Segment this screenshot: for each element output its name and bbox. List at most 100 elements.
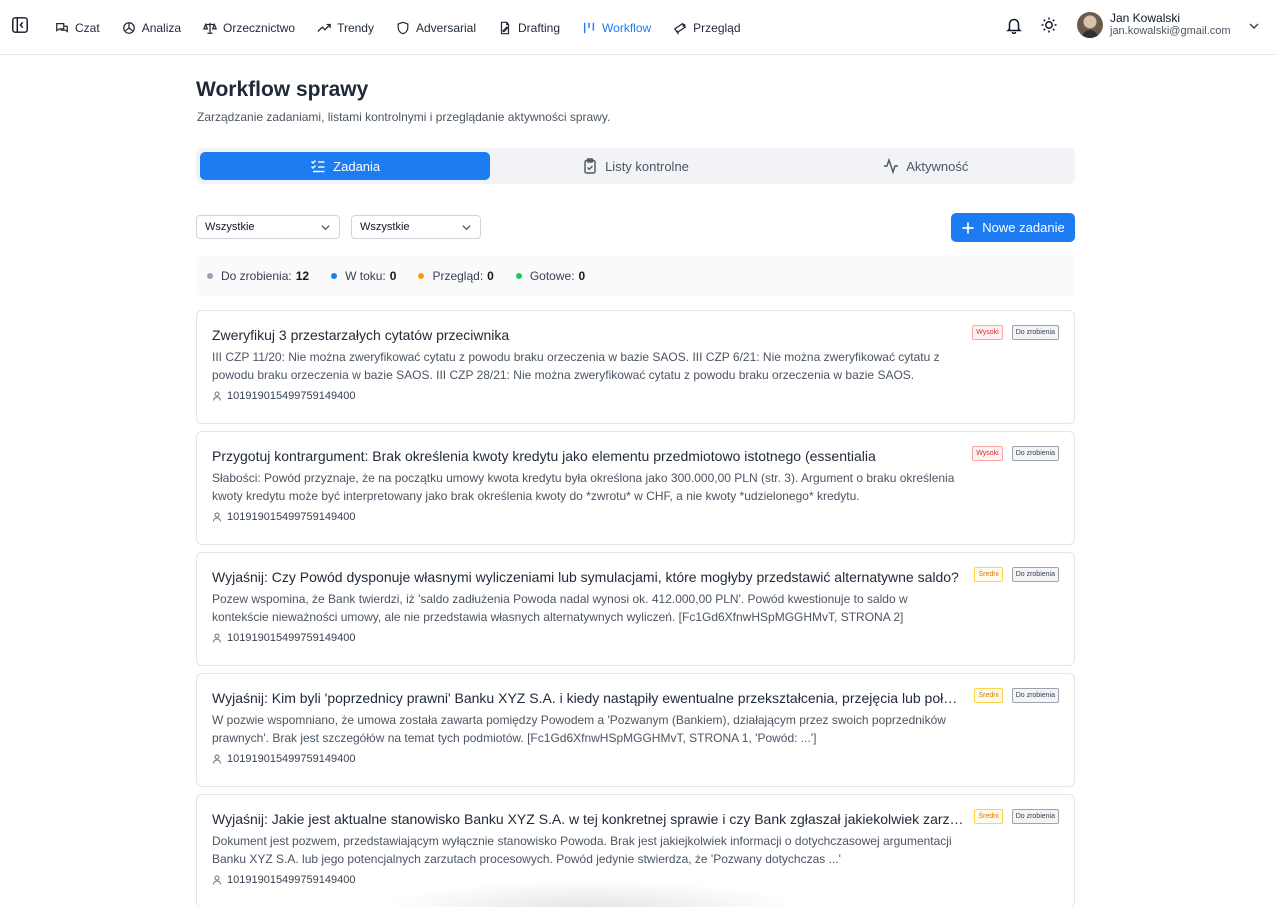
analysis-icon — [122, 21, 135, 34]
task-title: Zweryfikuj 3 przestarzałych cytatów prze… — [212, 327, 510, 343]
nav-item-label: Trendy — [337, 20, 374, 35]
stat-value: 0 — [487, 269, 494, 283]
chevron-down-icon[interactable] — [1248, 19, 1260, 31]
task-card[interactable]: Wyjaśnij: Czy Powód dysponuje własnymi w… — [196, 552, 1075, 666]
user-email: jan.kowalski@gmail.com — [1110, 25, 1231, 37]
nav-item-czat[interactable]: Czat — [55, 21, 100, 35]
new-task-button[interactable]: Nowe zadanie — [951, 213, 1075, 242]
sidebar-toggle-icon[interactable] — [10, 15, 30, 35]
stat-value: 12 — [295, 269, 310, 283]
task-assignee-id: 101919015499759149400 — [227, 632, 356, 644]
stat-label: Przegląd: — [432, 269, 484, 283]
status-dot — [207, 273, 213, 279]
task-card[interactable]: Wyjaśnij: Jakie jest aktualne stanowisko… — [196, 794, 1075, 907]
nav-item-label: Przegląd — [693, 20, 741, 35]
user-icon — [213, 512, 221, 522]
tab-label: Listy kontrolne — [605, 158, 689, 174]
task-card[interactable]: Wyjaśnij: Kim byli 'poprzednicy prawni' … — [196, 673, 1075, 787]
theme-toggle-sun-icon[interactable] — [1040, 16, 1058, 34]
priority-badge: Wysoki — [972, 446, 1003, 461]
priority-filter-select[interactable]: Wszystkie — [351, 215, 481, 239]
task-status-summary: Do zrobienia: 12 W toku: 0 Przegląd: 0 G… — [196, 256, 1075, 296]
task-card[interactable]: Zweryfikuj 3 przestarzałych cytatów prze… — [196, 310, 1075, 424]
stat-label: Gotowe: — [529, 269, 575, 283]
task-description: Pozew wspomina, że Bank twierdzi, iż 'sa… — [212, 592, 908, 624]
nav-item-analiza[interactable]: Analiza — [122, 21, 181, 35]
nav-item-przeglad[interactable]: Przegląd — [673, 20, 741, 35]
task-badges: Średni Do zrobienia — [974, 688, 1059, 703]
user-icon — [213, 391, 221, 401]
document-edit-icon — [500, 21, 510, 34]
stat-label: W toku: — [345, 269, 386, 283]
user-icon — [213, 754, 221, 764]
tab-label: Zadania — [333, 158, 381, 174]
task-description: Dokument jest pozwem, przedstawiającym w… — [212, 834, 952, 866]
stat-value: 0 — [389, 269, 397, 283]
priority-badge: Średni — [974, 567, 1003, 582]
task-badges: Średni Do zrobienia — [974, 567, 1059, 582]
task-badges: Wysoki Do zrobienia — [972, 446, 1059, 461]
task-description: W pozwie wspomniano, że umowa została za… — [212, 713, 946, 745]
nav-item-orzecznictwo[interactable]: Orzecznictwo — [203, 21, 295, 35]
nav-item-label: Analiza — [141, 20, 182, 35]
list-check-icon — [311, 160, 325, 173]
stat-review: Przegląd: 0 — [418, 269, 494, 283]
task-assignee: 101919015499759149400 — [212, 632, 1059, 644]
task-assignee-id: 101919015499759149400 — [227, 511, 356, 523]
notifications-bell-icon[interactable] — [1005, 16, 1023, 35]
nav-item-label: Workflow — [602, 20, 652, 35]
task-badges: Wysoki Do zrobienia — [972, 325, 1059, 340]
nav-item-trendy[interactable]: Trendy — [317, 21, 374, 35]
tab-listy-kontrolne[interactable]: Listy kontrolne — [490, 152, 780, 180]
status-badge: Do zrobienia — [1011, 446, 1059, 461]
nav-item-label: Drafting — [518, 20, 561, 35]
task-assignee: 101919015499759149400 — [212, 390, 1059, 402]
status-filter-select[interactable]: Wszystkie — [196, 215, 340, 239]
nav-item-workflow[interactable]: Workflow — [582, 21, 651, 35]
status-dot — [418, 273, 425, 279]
status-filter-value: Wszystkie — [205, 221, 255, 233]
task-assignee: 101919015499759149400 — [212, 753, 1059, 765]
nav-item-label: Czat — [75, 20, 100, 35]
trending-icon — [317, 23, 331, 32]
workflow-icon — [583, 22, 595, 33]
user-icon — [213, 875, 221, 885]
plus-icon — [962, 222, 974, 233]
activity-icon — [884, 158, 899, 174]
chat-icon — [56, 22, 68, 33]
priority-badge: Średni — [974, 809, 1003, 824]
stat-done: Gotowe: 0 — [515, 269, 586, 283]
task-list: Zweryfikuj 3 przestarzałych cytatów prze… — [196, 310, 1075, 907]
task-assignee-id: 101919015499759149400 — [227, 390, 356, 402]
status-dot — [515, 273, 522, 279]
chevron-down-icon — [321, 225, 330, 231]
workflow-tabs: Zadania Listy kontrolne Aktywność — [196, 148, 1075, 184]
stat-in-progress: W toku: 0 — [331, 269, 396, 283]
task-card[interactable]: Przygotuj kontrargument: Brak określenia… — [196, 431, 1075, 545]
task-assignee-id: 101919015499759149400 — [227, 874, 356, 886]
nav-item-adversarial[interactable]: Adversarial — [396, 21, 476, 35]
top-navigation-bar: Czat Analiza Orzecznictwo Trendy Adversa… — [0, 0, 1276, 55]
task-description: Słabości: Powód przyznaje, że na początk… — [212, 471, 955, 503]
stat-label: Do zrobienia: — [221, 269, 292, 283]
tab-aktywnosc[interactable]: Aktywność — [781, 152, 1071, 180]
page-subtitle: Zarządzanie zadaniami, listami kontrolny… — [197, 110, 611, 124]
stat-todo: Do zrobienia: 12 — [207, 269, 309, 283]
main-nav: Czat Analiza Orzecznictwo Trendy Adversa… — [55, 0, 763, 55]
task-assignee: 101919015499759149400 — [212, 511, 1059, 523]
tab-zadania[interactable]: Zadania — [200, 152, 491, 180]
task-assignee: 101919015499759149400 — [212, 874, 1059, 886]
status-dot — [331, 273, 338, 279]
page-title: Workflow sprawy — [196, 78, 369, 101]
status-badge: Do zrobienia — [1011, 809, 1059, 824]
nav-item-drafting[interactable]: Drafting — [498, 21, 560, 35]
task-title: Wyjaśnij: Kim byli 'poprzednicy prawni' … — [212, 690, 964, 706]
tab-label: Aktywność — [906, 158, 969, 174]
stat-value: 0 — [578, 269, 586, 283]
priority-filter-value: Wszystkie — [360, 221, 410, 233]
priority-badge: Wysoki — [972, 325, 1003, 340]
task-title: Wyjaśnij: Czy Powód dysponuje własnymi w… — [212, 569, 959, 585]
task-description: III CZP 11/20: Nie można zweryfikować cy… — [212, 350, 940, 382]
user-menu[interactable]: Jan Kowalski jan.kowalski@gmail.com — [1077, 12, 1231, 38]
new-task-label: Nowe zadanie — [982, 220, 1065, 235]
